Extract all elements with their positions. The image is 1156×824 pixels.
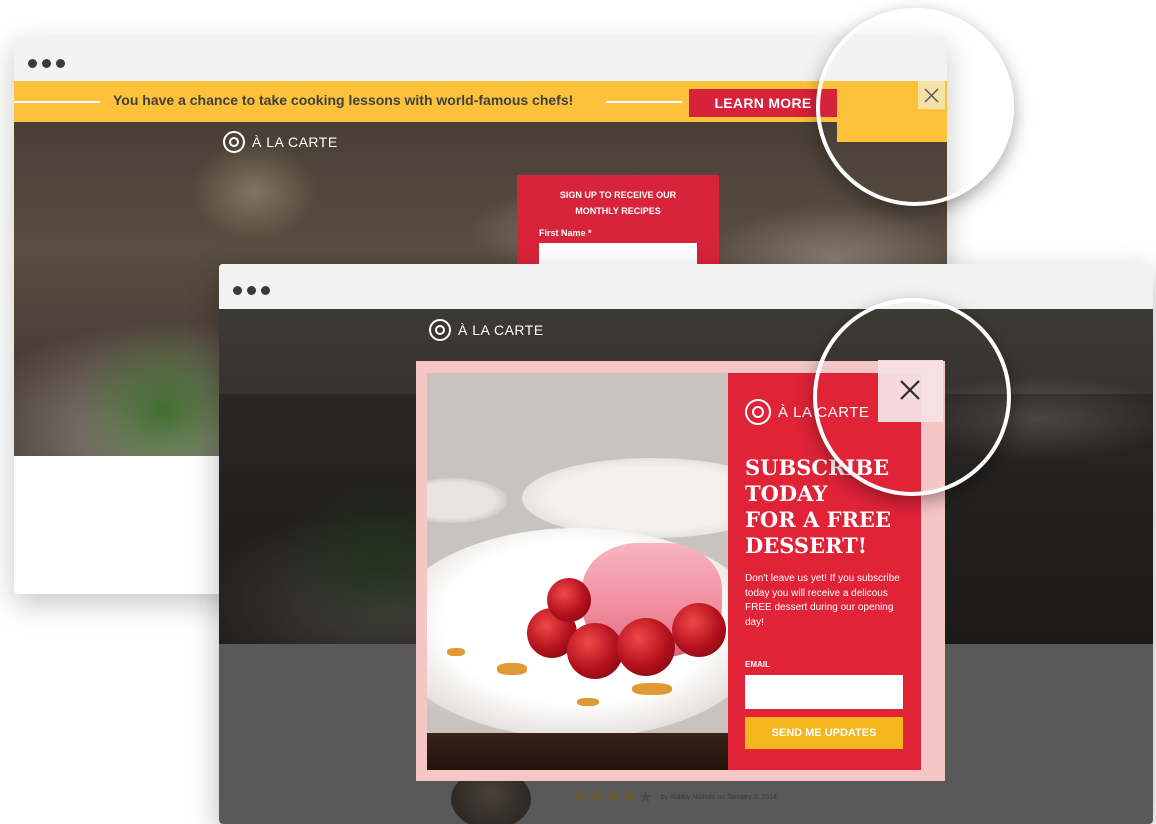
logo-ring-icon: [223, 131, 245, 153]
banner-divider-right: [606, 101, 682, 103]
review-row: ★ ★ ★ ★ ★ by Robby Nichols on January 2,…: [573, 787, 777, 807]
email-label: EMAIL: [745, 660, 770, 669]
crumble: [447, 648, 465, 656]
site-logo: À LA CARTE: [429, 319, 544, 341]
back-window-titlebar: [14, 37, 947, 81]
review-meta: by Robby Nichols on January 2, 2014: [660, 793, 778, 801]
popup-body-text: Don't leave us yet! If you subscribe tod…: [745, 573, 900, 628]
photo-shadow: [427, 733, 728, 770]
star-icon: ★: [573, 789, 588, 806]
crumble: [632, 683, 672, 695]
front-window-titlebar: [219, 264, 1153, 309]
logo-text: À LA CARTE: [458, 322, 544, 338]
banner-divider-left: [14, 101, 100, 103]
banner-text: You have a chance to take cooking lesson…: [113, 92, 574, 108]
star-icon: ★: [589, 789, 604, 806]
raspberry: [547, 578, 591, 622]
dessert-photo: [427, 373, 728, 770]
logo-text: À LA CARTE: [252, 134, 338, 150]
raspberry: [567, 623, 623, 679]
raspberry: [617, 618, 675, 676]
star-empty-icon: ★: [638, 789, 653, 806]
email-input[interactable]: [745, 675, 903, 709]
back-plate: [522, 458, 728, 538]
first-name-label: First Name *: [539, 228, 592, 238]
crumble: [577, 698, 599, 706]
site-logo: À LA CARTE: [223, 131, 338, 153]
logo-ring-icon: [429, 319, 451, 341]
promo-banner: You have a chance to take cooking lesson…: [14, 81, 947, 122]
learn-more-button[interactable]: LEARN MORE: [689, 89, 837, 117]
signup-title: SIGN UP TO RECEIVE OUR MONTHLY RECIPES: [559, 190, 677, 216]
highlight-circle-popup-close: [813, 298, 1011, 496]
raspberry: [672, 603, 726, 657]
crumble: [497, 663, 527, 675]
left-plate: [427, 478, 507, 523]
logo-ring-icon: [745, 399, 771, 425]
window-dots: [233, 282, 275, 300]
star-icon: ★: [605, 789, 621, 806]
window-dots: [28, 55, 70, 73]
send-updates-button[interactable]: SEND ME UPDATES: [745, 717, 903, 749]
star-icon: ★: [622, 789, 637, 806]
highlight-circle-banner-close: [816, 8, 1014, 206]
